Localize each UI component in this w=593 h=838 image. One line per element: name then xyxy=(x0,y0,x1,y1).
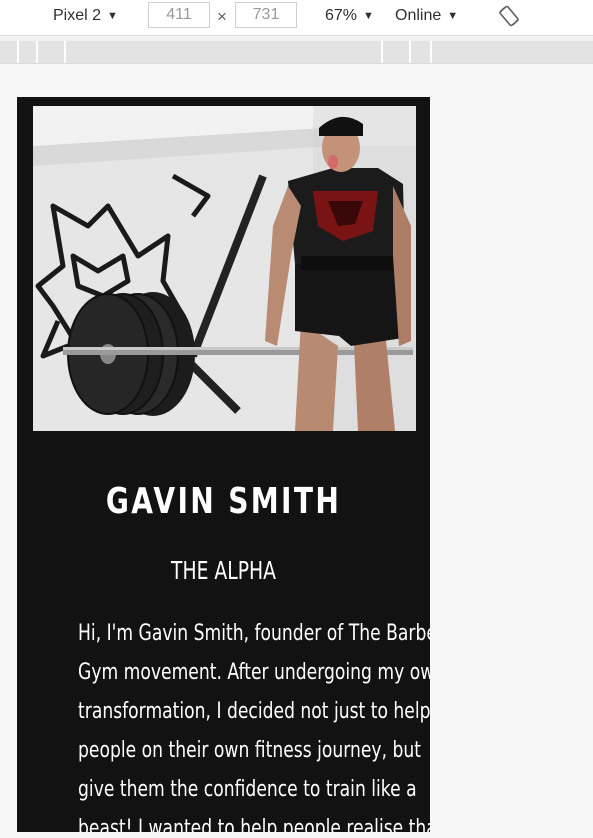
ruler-tick xyxy=(17,41,19,63)
width-input[interactable] xyxy=(148,2,210,28)
dimension-separator: × xyxy=(217,7,227,26)
height-input[interactable] xyxy=(235,2,297,28)
network-label: Online xyxy=(395,7,442,24)
rotate-device-icon[interactable] xyxy=(498,5,520,27)
ruler-tick xyxy=(64,41,66,63)
profile-bio: Hi, I'm Gavin Smith, founder of The Barb… xyxy=(78,614,430,832)
device-select[interactable]: Pixel 2 ▼ xyxy=(53,7,118,25)
bio-line: people on their own fitness journey, but xyxy=(78,738,421,763)
device-viewport: GAVIN SMITH THE ALPHA Hi, I'm Gavin Smit… xyxy=(17,97,430,832)
bio-line: transformation, I decided not just to he… xyxy=(78,699,430,724)
network-throttle-select[interactable]: Online ▼ xyxy=(395,7,458,25)
bio-line: Gym movement. After undergoing my own xyxy=(78,660,430,685)
bio-line: beast! I wanted to help people realise t… xyxy=(78,816,430,832)
chevron-down-icon: ▼ xyxy=(107,10,118,22)
ruler-tick xyxy=(381,41,383,63)
bio-line: give them the confidence to train like a xyxy=(78,777,417,802)
ruler-tick xyxy=(430,41,432,63)
media-query-bar xyxy=(0,37,593,64)
profile-photo xyxy=(33,106,416,431)
bio-line: Hi, I'm Gavin Smith, founder of The Barb… xyxy=(78,621,430,646)
ruler-tick xyxy=(36,41,38,63)
profile-name: GAVIN SMITH xyxy=(105,481,342,522)
chevron-down-icon: ▼ xyxy=(447,10,459,22)
device-toolbar: Pixel 2 ▼ × 67% ▼ Online ▼ xyxy=(0,0,593,36)
media-query-segment[interactable] xyxy=(0,41,593,63)
profile-role: THE ALPHA xyxy=(171,556,276,585)
device-label: Pixel 2 xyxy=(53,7,102,24)
ruler-tick xyxy=(409,41,411,63)
zoom-select[interactable]: 67% ▼ xyxy=(325,7,374,25)
chevron-down-icon: ▼ xyxy=(363,10,374,22)
zoom-label: 67% xyxy=(325,7,358,24)
